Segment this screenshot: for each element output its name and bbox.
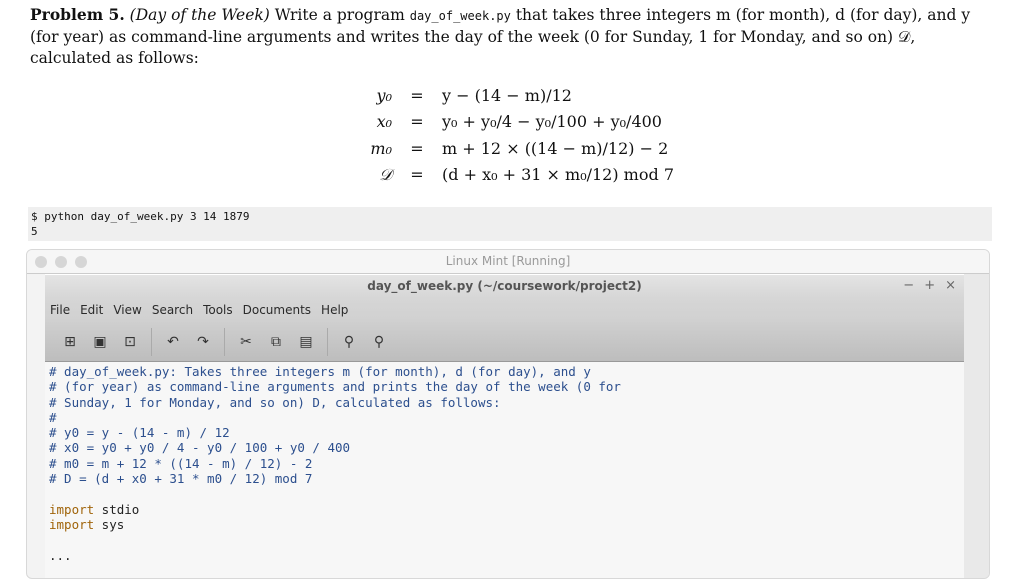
code-comment: # [49,409,57,425]
code-comment: # Sunday, 1 for Monday, and so on) D, ca… [49,394,501,410]
code-comment: # D = (d + x0 + 31 * m0 / 12) mod 7 [49,471,313,487]
formula-row: y₀ = y − (14 − m)/12 [350,82,674,109]
menu-help[interactable]: Help [321,303,348,317]
gedit-titlebar[interactable]: day_of_week.py (~/coursework/project2) −… [45,274,964,298]
terminal-example: $ python day_of_week.py 3 14 1879 5 [28,207,992,241]
formula-lhs: y₀ [376,85,392,105]
problem-label: Problem 5. [30,5,125,24]
code-comment: # x0 = y0 + y0 / 4 - y0 / 100 + y0 / 400 [49,440,351,456]
problem-text: Write a program [269,6,410,24]
formula-rhs: y₀ + y₀/4 − y₀/100 + y₀/400 [442,112,662,132]
module-name: sys [94,516,125,532]
keyword: import [49,501,95,517]
undo-icon[interactable]: ↶ [158,334,188,350]
toolbar-separator [151,327,152,356]
copy-icon[interactable]: ⧉ [261,334,291,350]
formula-lhs: 𝒟 [379,164,392,184]
open-file-icon[interactable]: ▣ [85,334,115,350]
formula-lhs: m₀ [370,138,392,158]
search-icon[interactable]: ⚲ [334,334,364,350]
toolbar-separator [327,327,328,356]
menu-documents[interactable]: Documents [243,303,311,317]
toolbar-separator [224,327,225,356]
code-line: import sys [49,517,964,532]
formula-lhs: x₀ [376,112,392,132]
formula-row: m₀ = m + 12 × ((14 − m)/12) − 2 [350,135,674,162]
cut-icon[interactable]: ✂ [231,334,261,350]
keyword: import [49,516,95,532]
code-comment: # day_of_week.py: Takes three integers m… [49,364,591,379]
formula-eq: = [410,85,424,105]
formula-row: x₀ = y₀ + y₀/4 − y₀/100 + y₀/400 [350,109,674,136]
code-comment: # (for year) as command-line arguments a… [49,379,621,395]
search-replace-icon[interactable]: ⚲ [364,334,394,350]
problem-statement: Problem 5. (Day of the Week) Write a pro… [30,4,996,69]
formula-eq: = [410,165,424,185]
paste-icon[interactable]: ▤ [291,334,321,350]
menu-file[interactable]: File [50,303,70,317]
formula-rhs: m + 12 × ((14 − m)/12) − 2 [442,138,669,158]
formula-rhs: (d + x₀ + 31 × m₀/12) mod 7 [442,165,674,185]
formula-block: y₀ = y − (14 − m)/12 x₀ = y₀ + y₀/4 − y₀/100… [350,82,674,188]
redo-icon[interactable]: ↷ [188,334,218,350]
problem-title: (Day of the Week) [129,6,270,24]
code-comment: # m0 = m + 12 * ((14 - m) / 12) - 2 [49,455,313,471]
code-editor[interactable]: # day_of_week.py: Takes three integers m… [45,362,964,563]
gedit-window: day_of_week.py (~/coursework/project2) −… [45,274,964,578]
module-name: stdio [94,501,140,517]
minimize-button[interactable]: − [903,278,914,293]
menu-edit[interactable]: Edit [80,303,103,317]
save-file-icon[interactable]: ⊡ [115,334,145,350]
vm-titlebar[interactable]: Linux Mint [Running] [27,250,989,274]
code-ellipsis: ... [49,547,72,563]
menu-tools[interactable]: Tools [203,303,233,317]
toolbar: ⊞ ▣ ⊡ ↶ ↷ ✂ ⧉ ▤ ⚲ ⚲ [45,322,964,362]
vm-background-strip [963,274,989,578]
formula-rhs: y − (14 − m)/12 [442,85,572,105]
formula-eq: = [410,138,424,158]
vm-title: Linux Mint [Running] [445,254,571,268]
formula-row: 𝒟 = (d + x₀ + 31 × m₀/12) mod 7 [350,162,674,189]
code-comment: # y0 = y - (14 - m) / 12 [49,425,230,441]
menu-view[interactable]: View [113,303,141,317]
vm-window: Linux Mint [Running] day_of_week.py (~/c… [26,249,990,579]
problem-filename: day_of_week.py [409,9,511,23]
menu-search[interactable]: Search [152,303,193,317]
terminal-command: $ python day_of_week.py 3 14 1879 [31,210,250,223]
terminal-output: 5 [31,225,38,238]
gedit-title: day_of_week.py (~/coursework/project2) [367,279,642,293]
menu-bar: File Edit View Search Tools Documents He… [45,298,964,322]
code-line: import stdio [49,502,964,517]
close-button[interactable]: × [945,278,956,293]
formula-eq: = [410,112,424,132]
maximize-button[interactable]: + [924,278,935,293]
new-file-icon[interactable]: ⊞ [55,334,85,350]
